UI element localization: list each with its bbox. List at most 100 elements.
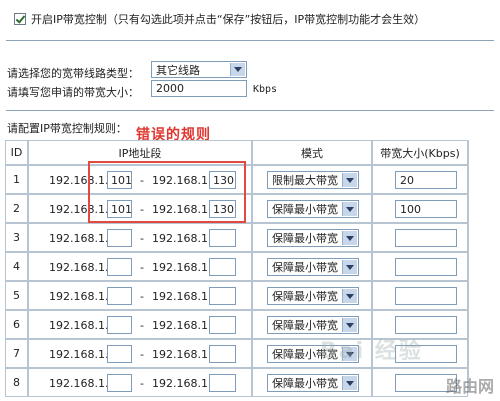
mode-select[interactable]: 保障最小带宽 <box>267 200 359 218</box>
row-bandwidth-value: 100 <box>400 202 421 216</box>
bandwidth-cell <box>372 252 468 281</box>
row-id: 3 <box>5 223 28 252</box>
chevron-down-icon[interactable] <box>342 289 357 303</box>
ip-prefix-end: 192.168.1. <box>152 261 212 274</box>
ip-prefix-start: 192.168.1. <box>49 377 109 390</box>
ip-separator: - <box>140 377 144 390</box>
row-bandwidth-input[interactable] <box>395 229 457 247</box>
mode-cell: 保障最小带宽 <box>252 368 372 397</box>
mode-select[interactable]: 保障最小带宽 <box>267 316 359 334</box>
mode-cell: 限制最大带宽 <box>252 165 372 194</box>
ip-prefix-start: 192.168.1. <box>49 348 109 361</box>
ip-prefix-start: 192.168.1. <box>49 290 109 303</box>
ip-prefix-end: 192.168.1. <box>152 319 212 332</box>
mode-value: 保障最小带宽 <box>272 203 338 216</box>
mode-value: 保障最小带宽 <box>272 232 338 245</box>
row-id: 8 <box>5 368 28 397</box>
bandwidth-cell <box>372 281 468 310</box>
row-id: 1 <box>5 165 28 194</box>
ip-range-cell: 192.168.1. -192.168.1. <box>28 281 252 310</box>
enable-ip-control-row: 开启IP带宽控制（只有勾选此项并点击“保存”按钮后，IP带宽控制功能才会生效） <box>14 11 425 27</box>
ip-prefix-start: 192.168.1. <box>49 261 109 274</box>
table-edge <box>468 140 500 392</box>
ip-end-input[interactable] <box>209 229 236 247</box>
ip-range-cell: 192.168.1. -192.168.1. <box>28 223 252 252</box>
mode-select[interactable]: 限制最大带宽 <box>267 171 359 189</box>
chevron-down-icon[interactable] <box>342 202 357 216</box>
bandwidth-unit: Kbps <box>253 84 278 95</box>
table-header-id: ID <box>5 140 28 165</box>
mode-value: 保障最小带宽 <box>272 377 338 390</box>
ip-end-input[interactable] <box>209 287 236 305</box>
ip-range-cell: 192.168.1. -192.168.1. <box>28 368 252 397</box>
chevron-down-icon[interactable] <box>342 376 357 390</box>
bandwidth-cell: 100 <box>372 194 468 223</box>
baidu-watermark: Bai 经验 <box>320 339 423 364</box>
bandwidth-cell <box>372 223 468 252</box>
mode-value: 保障最小带宽 <box>272 261 338 274</box>
ip-range-cell: 192.168.1. -192.168.1. <box>28 339 252 368</box>
chevron-down-icon[interactable] <box>342 260 357 274</box>
enable-ip-control-label: 开启IP带宽控制（只有勾选此项并点击“保存”按钮后，IP带宽控制功能才会生效） <box>31 13 426 26</box>
chevron-down-icon[interactable] <box>230 63 245 76</box>
enable-ip-control-checkbox[interactable] <box>14 13 26 25</box>
row-bandwidth-value: 20 <box>400 173 414 187</box>
divider <box>6 40 494 41</box>
bandwidth-value: 2000 <box>156 82 184 95</box>
line-type-value: 其它线路 <box>156 63 200 77</box>
row-id: 7 <box>5 339 28 368</box>
ip-start-input[interactable] <box>107 287 132 305</box>
ip-separator: - <box>140 261 144 274</box>
ip-range-cell: 192.168.1. -192.168.1. <box>28 252 252 281</box>
row-bandwidth-input[interactable] <box>395 287 457 305</box>
chevron-down-icon[interactable] <box>342 318 357 332</box>
row-id: 4 <box>5 252 28 281</box>
line-type-label: 请选择您的宽带线路类型： <box>7 67 139 80</box>
row-bandwidth-input[interactable] <box>395 258 457 276</box>
row-bandwidth-input[interactable]: 20 <box>395 171 457 189</box>
ip-start-input[interactable] <box>107 229 132 247</box>
ip-start-input[interactable] <box>107 258 132 276</box>
ip-end-input[interactable] <box>209 258 236 276</box>
bandwidth-input[interactable]: 2000 <box>151 80 247 97</box>
ip-end-input[interactable] <box>209 316 236 334</box>
row-bandwidth-input[interactable] <box>395 316 457 334</box>
divider <box>6 110 494 111</box>
ip-range-cell: 192.168.1. -192.168.1. <box>28 310 252 339</box>
ip-prefix-end: 192.168.1. <box>152 377 212 390</box>
mode-cell: 保障最小带宽 <box>252 252 372 281</box>
mode-cell: 保障最小带宽 <box>252 194 372 223</box>
mode-select[interactable]: 保障最小带宽 <box>267 258 359 276</box>
annotation-highlight-box <box>88 161 246 223</box>
row-id: 6 <box>5 310 28 339</box>
line-type-select[interactable]: 其它线路 <box>151 61 247 78</box>
ip-separator: - <box>140 232 144 245</box>
mode-value: 保障最小带宽 <box>272 290 338 303</box>
ip-prefix-end: 192.168.1. <box>152 232 212 245</box>
mode-select[interactable]: 保障最小带宽 <box>267 287 359 305</box>
mode-select[interactable]: 保障最小带宽 <box>267 229 359 247</box>
mode-select[interactable]: 保障最小带宽 <box>267 374 359 392</box>
ip-start-input[interactable] <box>107 374 132 392</box>
chevron-down-icon[interactable] <box>342 173 357 187</box>
chevron-down-icon[interactable] <box>342 231 357 245</box>
ip-prefix-start: 192.168.1. <box>49 232 109 245</box>
table-header-bw: 带宽大小(Kbps) <box>372 140 468 165</box>
ip-separator: - <box>140 348 144 361</box>
ip-start-input[interactable] <box>107 345 132 363</box>
ip-prefix-start: 192.168.1. <box>49 319 109 332</box>
bandwidth-label: 请填写您申请的带宽大小： <box>7 86 139 99</box>
mode-cell: 保障最小带宽 <box>252 281 372 310</box>
ip-start-input[interactable] <box>107 316 132 334</box>
table-header-mode: 模式 <box>252 140 372 165</box>
mode-cell: 保障最小带宽 <box>252 223 372 252</box>
mode-value: 限制最大带宽 <box>272 174 338 187</box>
ip-separator: - <box>140 319 144 332</box>
ip-separator: - <box>140 290 144 303</box>
row-id: 2 <box>5 194 28 223</box>
ip-end-input[interactable] <box>209 374 236 392</box>
ip-prefix-end: 192.168.1. <box>152 348 212 361</box>
row-bandwidth-input[interactable]: 100 <box>395 200 457 218</box>
ip-end-input[interactable] <box>209 345 236 363</box>
bandwidth-cell: 20 <box>372 165 468 194</box>
